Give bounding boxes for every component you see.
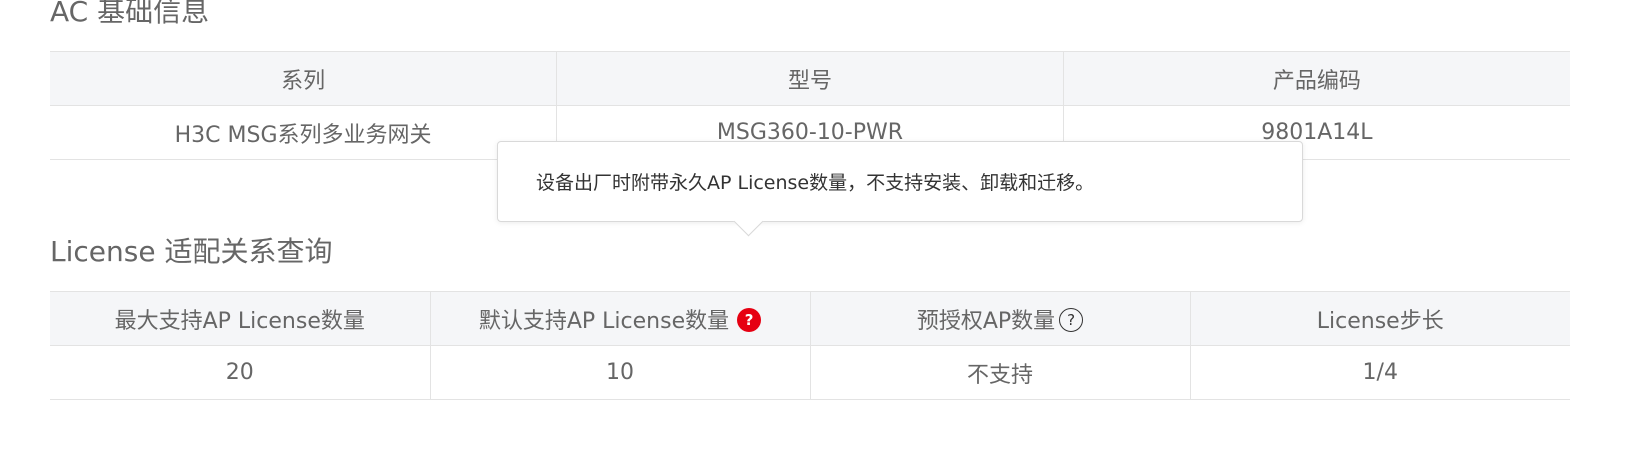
license-title: License 适配关系查询 <box>50 235 333 268</box>
column-header-max-ap-license: 最大支持AP License数量 <box>50 291 431 346</box>
cell-preauth-ap: 不支持 <box>810 345 1191 400</box>
help-icon-default-ap-license[interactable]: ? <box>737 307 762 332</box>
column-header-product-code: 产品编码 <box>1063 51 1570 106</box>
tooltip-arrow <box>733 206 764 237</box>
cell-default-ap-license: 10 <box>430 345 811 400</box>
column-header-preauth-ap: 预授权AP数量? <box>810 291 1191 346</box>
column-header-model: 型号 <box>556 51 1064 106</box>
table-row: 20 10 不支持 1/4 <box>50 345 1570 400</box>
column-header-license-step: License步长 <box>1190 291 1570 346</box>
help-tooltip: 设备出厂时附带永久AP License数量，不支持安装、卸载和迁移。 <box>497 141 1303 237</box>
license-table: 最大支持AP License数量 默认支持AP License数量? 预授权AP… <box>50 291 1570 400</box>
help-icon-preauth-ap[interactable]: ? <box>1059 307 1084 332</box>
license-header-row: 最大支持AP License数量 默认支持AP License数量? 预授权AP… <box>50 291 1570 346</box>
column-header-series: 系列 <box>50 51 558 106</box>
cell-max-ap-license: 20 <box>50 345 431 400</box>
cell-license-step: 1/4 <box>1190 345 1570 400</box>
ac-info-header-row: 系列 型号 产品编码 <box>50 51 1570 106</box>
tooltip-text: 设备出厂时附带永久AP License数量，不支持安装、卸载和迁移。 <box>536 172 1095 194</box>
column-label-default-ap-license: 默认支持AP License数量 <box>478 308 730 334</box>
cell-series: H3C MSG系列多业务网关 <box>50 105 558 160</box>
ac-info-title: AC 基础信息 <box>50 0 210 28</box>
page: AC 基础信息 系列 型号 产品编码 H3C MSG系列多业务网关 MSG360… <box>0 0 1630 465</box>
column-label-preauth-ap: 预授权AP数量 <box>916 308 1056 334</box>
column-header-default-ap-license: 默认支持AP License数量? <box>430 291 811 346</box>
column-label-license-step: License步长 <box>1316 308 1444 334</box>
column-label-max-ap-license: 最大支持AP License数量 <box>114 308 365 334</box>
